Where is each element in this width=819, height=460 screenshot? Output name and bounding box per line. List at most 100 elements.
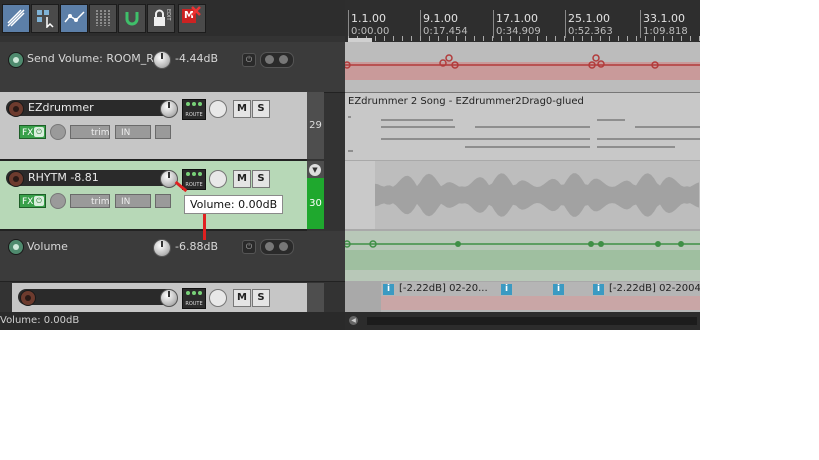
phase-button[interactable]	[209, 100, 227, 118]
envelope-bypass-icon[interactable]: ⏻	[242, 240, 256, 254]
ruler-tick	[640, 10, 641, 38]
media-item-ezdrummer[interactable]: EZdrummer 2 Song - EZdrummer2Drag0-glued	[345, 92, 700, 160]
route-button[interactable]: ROUTE	[182, 99, 206, 120]
item-info-icon[interactable]: i	[501, 284, 512, 295]
ruler-subtick	[402, 36, 403, 41]
envelope-settings-button[interactable]	[260, 52, 294, 68]
ruler-subtick	[447, 36, 448, 41]
track-number-29: 29	[307, 92, 324, 159]
snap-grid-icon[interactable]	[89, 4, 117, 33]
lock-icon[interactable]: EDIT	[147, 4, 175, 33]
volume-envelope-graph[interactable]	[345, 231, 700, 281]
trim-button[interactable]: trim	[70, 125, 110, 139]
volume-knob[interactable]	[160, 100, 178, 118]
input-button[interactable]: IN	[115, 125, 151, 139]
mute-button[interactable]: M	[233, 289, 251, 307]
media-item-rhythm[interactable]	[345, 161, 700, 229]
send-volume-knob[interactable]	[153, 51, 171, 69]
ruler-measure-label: 25.1.00	[568, 12, 610, 25]
send-envelope-graph[interactable]	[345, 42, 700, 92]
ruler-subtick	[456, 36, 457, 41]
ruler-tick	[420, 10, 421, 38]
input-button[interactable]: IN	[115, 194, 151, 208]
scroll-left-icon[interactable]: ◀	[349, 316, 358, 325]
ruler-subtick	[420, 36, 421, 41]
volume-envelope-value: -6.88dB	[175, 240, 218, 253]
route-label: ROUTE	[185, 182, 203, 188]
trim-label: trim	[91, 128, 110, 138]
solo-button[interactable]: S	[252, 170, 270, 188]
ruler-subtick	[573, 36, 574, 41]
volume-envelope-knob[interactable]	[153, 239, 171, 257]
grid-select-icon[interactable]	[31, 4, 59, 33]
fx-chain-icon[interactable]	[50, 193, 66, 209]
item-fade	[345, 161, 375, 229]
solo-button[interactable]: S	[252, 289, 270, 307]
ruler-tick	[565, 10, 566, 38]
record-arm-button[interactable]	[20, 290, 36, 306]
track-next[interactable]: ROUTE M S	[12, 283, 307, 314]
fx-label: FX	[22, 128, 34, 138]
route-label: ROUTE	[185, 301, 203, 307]
lock-label: EDIT	[165, 9, 171, 21]
envelope-arm-button[interactable]	[8, 52, 24, 68]
route-button[interactable]: ROUTE	[182, 288, 206, 309]
volume-envelope-label: Volume	[27, 240, 68, 253]
main-toolbar: EDIT M	[0, 0, 345, 36]
arrange-view[interactable]: EZdrummer 2 Song - EZdrummer2Drag0-glued	[345, 42, 700, 312]
record-arm-button[interactable]	[8, 171, 24, 187]
phase-button[interactable]	[209, 170, 227, 188]
metronome-icon[interactable]: M	[178, 4, 206, 33]
input-label: IN	[121, 197, 131, 207]
envelope-bypass-icon[interactable]: ⏻	[242, 53, 256, 67]
volume-tooltip: Volume: 0.00dB	[184, 195, 284, 214]
ruler-subtick	[411, 36, 412, 41]
track-name-rhythm[interactable]: RHYTM -8.81	[6, 170, 176, 186]
route-label: ROUTE	[185, 112, 203, 118]
ruler-measure-label: 33.1.00	[643, 12, 685, 25]
ruler-subtick	[582, 36, 583, 41]
input-monitor-icon[interactable]	[155, 125, 171, 139]
envelope-points-icon[interactable]	[60, 4, 88, 33]
ruler-subtick	[510, 36, 511, 41]
envelope-arm-button[interactable]	[8, 239, 24, 255]
fx-button[interactable]: FX ⏻	[19, 125, 46, 139]
envelope-settings-button[interactable]	[260, 239, 294, 255]
collapse-icon[interactable]: ▼	[309, 164, 321, 176]
route-button[interactable]: ROUTE	[182, 169, 206, 190]
ruler-subtick	[528, 36, 529, 41]
input-label: IN	[121, 128, 131, 138]
phase-button[interactable]	[209, 289, 227, 307]
fx-chain-icon[interactable]	[50, 124, 66, 140]
record-arm-button[interactable]	[8, 101, 24, 117]
ruler-subtick	[600, 36, 601, 41]
ruler-measure-label: 17.1.00	[496, 12, 538, 25]
trim-button[interactable]: trim	[70, 194, 110, 208]
solo-button[interactable]: S	[252, 100, 270, 118]
ruler-subtick	[699, 36, 700, 41]
lower-items-row[interactable]: i [-2.22dB] 02-20... i i i [-2.22dB] 02-20042	[381, 282, 700, 312]
ruler-subtick	[645, 36, 646, 41]
ruler-subtick	[393, 36, 394, 41]
track-name-next[interactable]	[18, 289, 176, 305]
ruler-tick	[493, 10, 494, 38]
magnet-icon[interactable]	[118, 4, 146, 33]
mute-button[interactable]: M	[233, 100, 251, 118]
ripple-edit-icon[interactable]	[2, 4, 30, 33]
timeline-ruler[interactable]: 1.1.00 0:00.00 9.1.00 0:17.454 17.1.00 0:34.9…	[345, 0, 700, 43]
fx-button[interactable]: FX ⏻	[19, 194, 46, 208]
volume-knob[interactable]	[160, 170, 178, 188]
ruler-subtick	[429, 36, 430, 41]
scroll-thumb[interactable]	[367, 317, 697, 325]
track-ezdrummer[interactable]: EZdrummer ROUTE M S FX ⏻ trim IN	[0, 92, 307, 161]
mute-button[interactable]: M	[233, 170, 251, 188]
input-monitor-icon[interactable]	[155, 194, 171, 208]
item-info-icon[interactable]: i	[553, 284, 564, 295]
ruler-subtick	[465, 36, 466, 41]
item-info-icon[interactable]: i	[383, 284, 394, 295]
track-name-ezdrummer[interactable]: EZdrummer	[6, 100, 176, 116]
item-info-icon[interactable]: i	[593, 284, 604, 295]
volume-knob[interactable]	[160, 289, 178, 307]
ruler-subtick	[690, 36, 691, 41]
horizontal-scrollbar[interactable]: ◀	[345, 312, 700, 330]
